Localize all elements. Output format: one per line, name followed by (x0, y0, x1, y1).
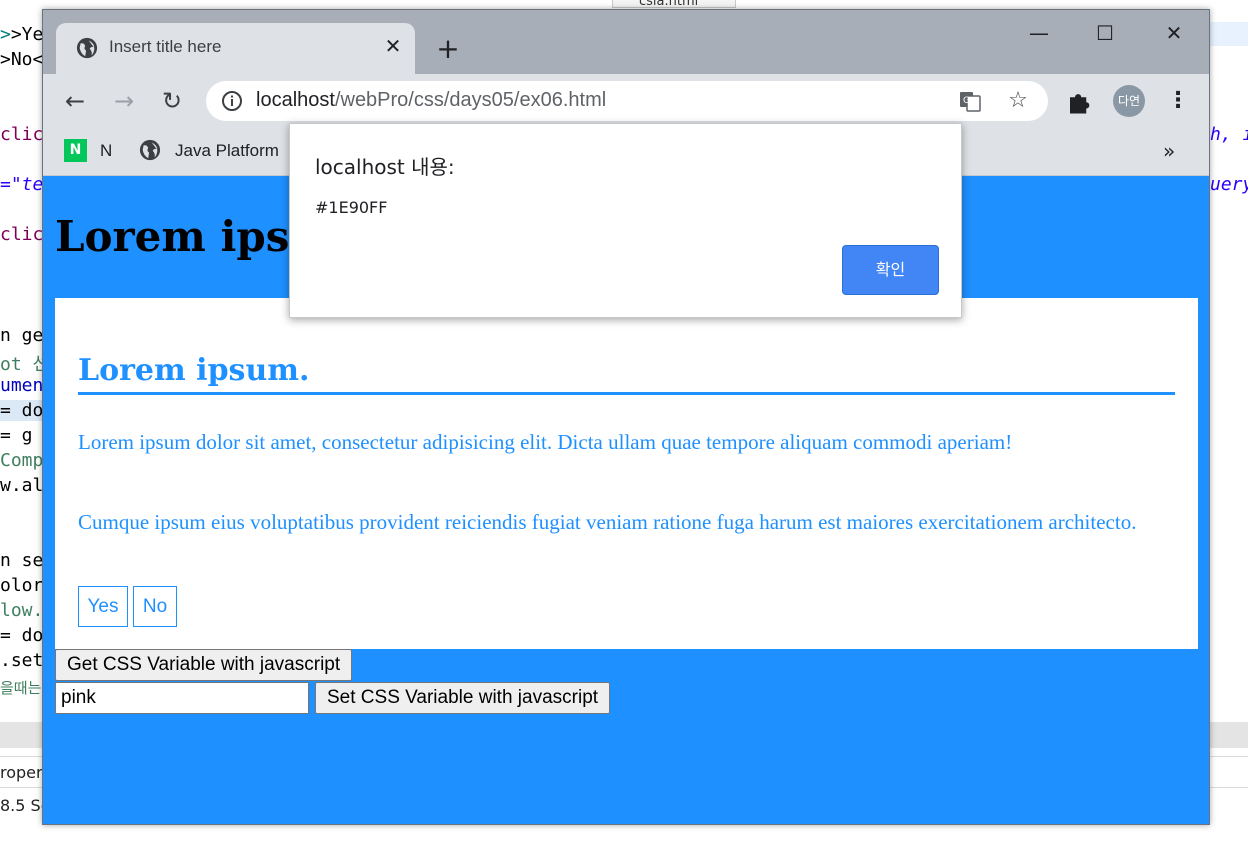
back-arrow-icon[interactable]: ← (60, 86, 90, 116)
dialog-title: localhost 내용: (315, 155, 455, 179)
ide-code-fragment: w.al (0, 475, 44, 496)
ide-code-fragment: >No< (0, 49, 44, 70)
ide-bottom-tab-label[interactable]: roper (0, 763, 43, 782)
ide-code-fragment: umen (0, 375, 44, 396)
translate-icon[interactable]: G (958, 89, 982, 113)
ide-highlight-strip (1210, 22, 1248, 46)
ide-code-fragment: = do (0, 400, 44, 421)
forward-arrow-icon[interactable]: → (109, 86, 139, 116)
bookmark-n[interactable]: N (100, 139, 112, 163)
address-bar[interactable]: localhost/webPro/css/days05/ex06.html G … (206, 81, 1048, 121)
bookmarks-overflow-icon[interactable]: » (1163, 139, 1175, 163)
menu-kebab-icon[interactable]: ⋮ (1167, 86, 1189, 116)
tab-title: Insert title here (109, 37, 222, 56)
reload-icon[interactable]: ↻ (157, 86, 187, 116)
url-host: localhost (256, 89, 335, 111)
extensions-icon[interactable] (1065, 86, 1095, 116)
maximize-icon[interactable]: ☐ (1085, 20, 1125, 46)
ide-code-fragment: ="te (0, 174, 44, 195)
color-input[interactable]: pink (55, 682, 309, 714)
browser-tab[interactable]: Insert title here ✕ (56, 23, 415, 74)
info-icon[interactable] (220, 89, 244, 113)
bookmark-java-platform[interactable]: Java Platform (175, 139, 279, 163)
profile-avatar[interactable]: 다연 (1113, 85, 1145, 117)
card-heading: Lorem ipsum. (78, 350, 1175, 395)
ide-code-fragment: = g (0, 425, 33, 446)
globe-icon (139, 139, 161, 161)
star-icon[interactable]: ☆ (1006, 89, 1030, 113)
ide-code-fragment: .set (0, 650, 44, 671)
card-paragraph-2: Cumque ipsum eius voluptatibus provident… (78, 510, 1137, 534)
minimize-icon[interactable]: — (1019, 20, 1059, 46)
url-path: /webPro/css/days05/ex06.html (334, 89, 607, 111)
no-button[interactable]: No (133, 586, 177, 627)
ide-code-fragment: = do (0, 625, 44, 646)
ok-button[interactable]: 확인 (842, 245, 939, 295)
yes-button[interactable]: Yes (78, 586, 128, 627)
naver-logo-icon[interactable]: N (64, 139, 87, 162)
get-css-variable-button[interactable]: Get CSS Variable with javascript (55, 649, 353, 681)
window-close-icon[interactable]: ✕ (1154, 20, 1194, 46)
ide-code-fragment: Comp (0, 450, 44, 471)
card-paragraph-1: Lorem ipsum dolor sit amet, consectetur … (78, 430, 1013, 454)
alert-dialog: localhost 내용: #1E90FF 확인 (289, 123, 962, 318)
tab-strip: Insert title here ✕ + — ☐ ✕ (43, 10, 1209, 74)
ide-code-fragment: uery/ (1210, 174, 1248, 195)
ide-file-tab-label: csla.html (639, 0, 699, 8)
globe-icon (76, 37, 98, 59)
svg-text:G: G (963, 96, 970, 106)
browser-toolbar: ← → ↻ localhost/webPro/css/days05/ex06.h… (43, 74, 1209, 127)
ide-code-fragment: 을때는 (0, 679, 42, 697)
content-card: Lorem ipsum. Lorem ipsum dolor sit amet,… (55, 298, 1198, 649)
new-tab-icon[interactable]: + (433, 34, 463, 64)
url-text[interactable]: localhost/webPro/css/days05/ex06.html (256, 89, 606, 112)
close-icon[interactable]: ✕ (381, 34, 405, 58)
ide-file-tab[interactable]: csla.html (612, 0, 736, 8)
set-css-variable-button[interactable]: Set CSS Variable with javascript (315, 682, 611, 714)
ide-code-fragment: h, in (1210, 124, 1248, 145)
dialog-message: #1E90FF (315, 198, 388, 217)
